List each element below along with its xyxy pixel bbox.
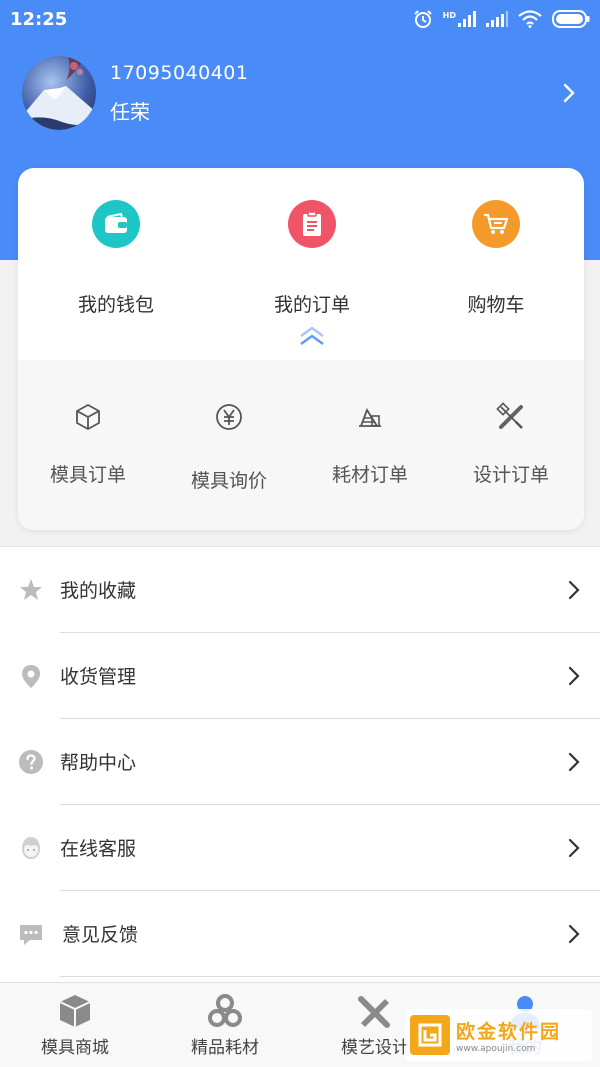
avatar-image <box>22 56 96 130</box>
circles-icon <box>208 994 242 1027</box>
wifi-icon <box>518 10 542 28</box>
chevron-right-icon <box>568 580 580 599</box>
tab-label: 模具商城 <box>41 1038 109 1058</box>
watermark-url: www.apoujin.com <box>456 1043 536 1054</box>
star-icon <box>20 578 42 600</box>
hd-label: HD <box>442 11 456 20</box>
sub-action-label: 耗材订单 <box>331 464 408 486</box>
menu-item-label: 收货管理 <box>60 666 137 688</box>
cube-icon <box>76 404 100 430</box>
avatar[interactable] <box>22 56 96 130</box>
sub-action-mold-inquiry[interactable]: 模具询价 <box>159 402 299 493</box>
battery-icon <box>552 10 590 28</box>
quick-action-wallet[interactable]: 我的钱包 <box>46 200 186 317</box>
menu-item-label: 帮助中心 <box>60 752 137 774</box>
help-icon <box>19 749 43 774</box>
location-pin-icon <box>22 664 40 688</box>
watermark-title: 欧金软件园 <box>456 1020 562 1043</box>
chevron-right-icon <box>568 752 580 771</box>
alarm-icon <box>413 10 432 28</box>
tab-consumables[interactable]: 精品耗材 <box>150 983 300 1067</box>
sub-action-material-orders[interactable]: 耗材订单 <box>300 402 440 487</box>
order-clipboard-icon <box>288 200 336 248</box>
divider <box>60 976 600 977</box>
yen-icon <box>216 404 242 430</box>
menu-item-customer-service[interactable]: 在线客服 <box>0 805 600 890</box>
profile-name: 任荣 <box>110 99 150 124</box>
quick-action-label: 我的钱包 <box>77 294 154 316</box>
feedback-icon <box>20 924 42 945</box>
menu-item-label: 在线客服 <box>60 838 137 860</box>
menu-item-feedback[interactable]: 意见反馈 <box>0 891 600 976</box>
menu-item-address[interactable]: 收货管理 <box>0 633 600 718</box>
watermark-text: 欧金软件园 www.apoujin.com <box>456 1017 561 1054</box>
cart-icon <box>472 200 520 248</box>
quick-action-orders[interactable]: 我的订单 <box>242 200 382 317</box>
profile-phone: 17095040401 <box>110 61 249 84</box>
box-icon <box>59 995 91 1027</box>
menu-item-label: 我的收藏 <box>60 580 137 602</box>
signal-icon <box>486 11 508 27</box>
tab-label: 精品耗材 <box>191 1038 259 1058</box>
quick-actions: 我的钱包 我的订单 购物车 <box>18 168 584 360</box>
chevron-right-icon <box>568 838 580 857</box>
status-icons: HD <box>413 9 590 29</box>
pencil-ruler-icon <box>358 996 390 1028</box>
chevron-right-icon <box>568 924 580 943</box>
wallet-icon <box>92 200 140 248</box>
menu-item-favorites[interactable]: 我的收藏 <box>0 547 600 632</box>
status-bar: 12:25 HD <box>0 0 600 38</box>
sub-action-label: 设计订单 <box>472 464 549 486</box>
menu-item-label: 意见反馈 <box>62 924 139 946</box>
sub-actions: 模具订单 模具询价 耗材订单 设计订单 <box>18 360 584 530</box>
status-time: 12:25 <box>10 8 68 30</box>
menu-list: 我的收藏 收货管理 帮助中心 在线客服 意见反馈 <box>0 546 600 982</box>
sub-action-label: 模具订单 <box>49 464 126 486</box>
tab-mold-mall[interactable]: 模具商城 <box>0 983 150 1067</box>
order-card: 我的钱包 我的订单 购物车 模具订单 模具询价 耗材订单 设计订单 <box>18 168 584 530</box>
quick-action-label: 我的订单 <box>273 294 350 316</box>
bottom-tab-bar: 模具商城 精品耗材 模艺设计 我的 欧金软件园 www.apouji <box>0 982 600 1067</box>
profile-header[interactable]: 17095040401 任荣 <box>22 56 582 130</box>
customer-service-icon <box>22 836 40 859</box>
sub-action-mold-orders[interactable]: 模具订单 <box>18 402 158 487</box>
material-icon <box>359 407 381 427</box>
watermark-logo-icon <box>410 1015 450 1055</box>
sub-action-design-orders[interactable]: 设计订单 <box>441 402 581 487</box>
profile-text: 17095040401 任荣 <box>110 62 248 125</box>
quick-action-label: 购物车 <box>467 294 525 316</box>
watermark: 欧金软件园 www.apoujin.com <box>406 1009 592 1061</box>
sub-action-label: 模具询价 <box>190 470 267 492</box>
hd-signal-icon: HD <box>443 11 476 27</box>
chevron-right-icon <box>568 666 580 685</box>
chevron-right-icon[interactable] <box>562 82 576 104</box>
menu-item-help[interactable]: 帮助中心 <box>0 719 600 804</box>
quick-action-cart[interactable]: 购物车 <box>426 200 566 317</box>
chevron-up-icon[interactable] <box>298 326 326 346</box>
design-tools-icon <box>496 402 523 429</box>
